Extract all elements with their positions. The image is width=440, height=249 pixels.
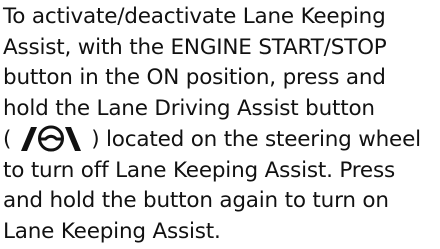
paragraph-line-5: ( ) located on the steering wheel	[3, 124, 439, 156]
paragraph-line-8: Lane Keeping Assist.	[3, 218, 221, 244]
icon-line-text: ) located on the steering wheel	[91, 127, 421, 152]
paragraph-line-4: hold the Lane Driving Assist button	[3, 95, 375, 121]
instruction-paragraph: To activate/deactivate Lane Keeping Assi…	[3, 2, 439, 247]
lane-driving-assist-steering-wheel-icon	[21, 125, 82, 152]
paragraph-line-7: and hold the button again to turn on	[3, 188, 389, 213]
paragraph-line-1: To activate/deactivate Lane Keeping	[3, 4, 386, 29]
paragraph-line-2: Assist, with the ENGINE START/STOP	[3, 34, 387, 60]
open-parenthesis: (	[3, 127, 12, 152]
paragraph-line-6: to turn off Lane Keeping Assist. Press	[3, 157, 395, 183]
paragraph-line-3: button in the ON position, press and	[3, 65, 386, 90]
